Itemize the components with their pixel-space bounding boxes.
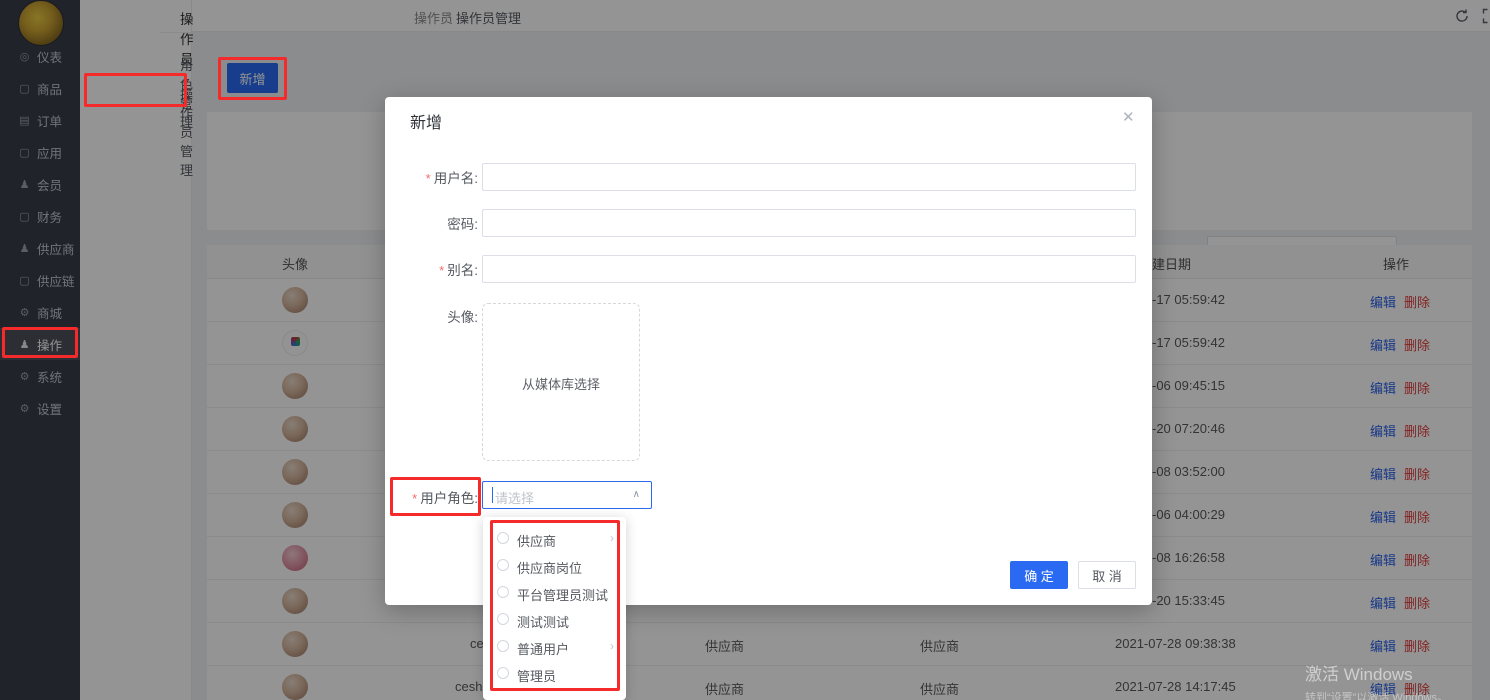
annotation-box-add-button <box>218 57 287 100</box>
media-library-picker[interactable]: 从媒体库选择 <box>482 303 640 461</box>
username-field[interactable] <box>482 163 1136 191</box>
alias-label: *别名: <box>385 259 478 279</box>
password-label: 密码: <box>385 213 478 233</box>
annotation-box-role-label <box>390 477 481 516</box>
chevron-up-icon: ∧ <box>633 489 640 500</box>
close-icon[interactable]: ✕ <box>1122 108 1135 126</box>
confirm-button[interactable]: 确 定 <box>1010 561 1068 589</box>
required-mark: * <box>426 171 431 186</box>
username-label: *用户名: <box>385 167 478 187</box>
required-mark: * <box>439 263 444 278</box>
password-field[interactable] <box>482 209 1136 237</box>
watermark-line2: 转到“设置”以激活 Windows。 <box>1305 689 1448 700</box>
role-select[interactable]: 请选择 ∧ <box>482 481 652 509</box>
cancel-button[interactable]: 取 消 <box>1078 561 1136 589</box>
annotation-box-role-options <box>490 520 620 691</box>
avatar-label: 头像: <box>385 306 478 326</box>
picker-label: 从媒体库选择 <box>483 374 639 393</box>
annotation-box-sidebar-operators <box>2 327 78 358</box>
label-text: 用户名: <box>434 171 478 186</box>
alias-field[interactable] <box>482 255 1136 283</box>
label-text: 密码: <box>447 217 478 232</box>
annotation-box-operator-management <box>84 73 187 107</box>
label-text: 别名: <box>447 263 478 278</box>
text-cursor <box>492 487 493 503</box>
windows-activation-watermark: 激活 Windows 转到“设置”以激活 Windows。 <box>1305 660 1448 700</box>
app-root: ◎仪表 ▢商品 ▤订单 ▢应用 ♟会员 ▢财务 ♟供应商 ▢供应链 ⚙商城 ♟操… <box>0 0 1490 700</box>
watermark-line1: 激活 Windows <box>1305 660 1448 685</box>
role-placeholder: 请选择 <box>495 488 534 507</box>
label-text: 头像: <box>447 310 478 325</box>
modal-title: 新增 <box>410 109 442 133</box>
